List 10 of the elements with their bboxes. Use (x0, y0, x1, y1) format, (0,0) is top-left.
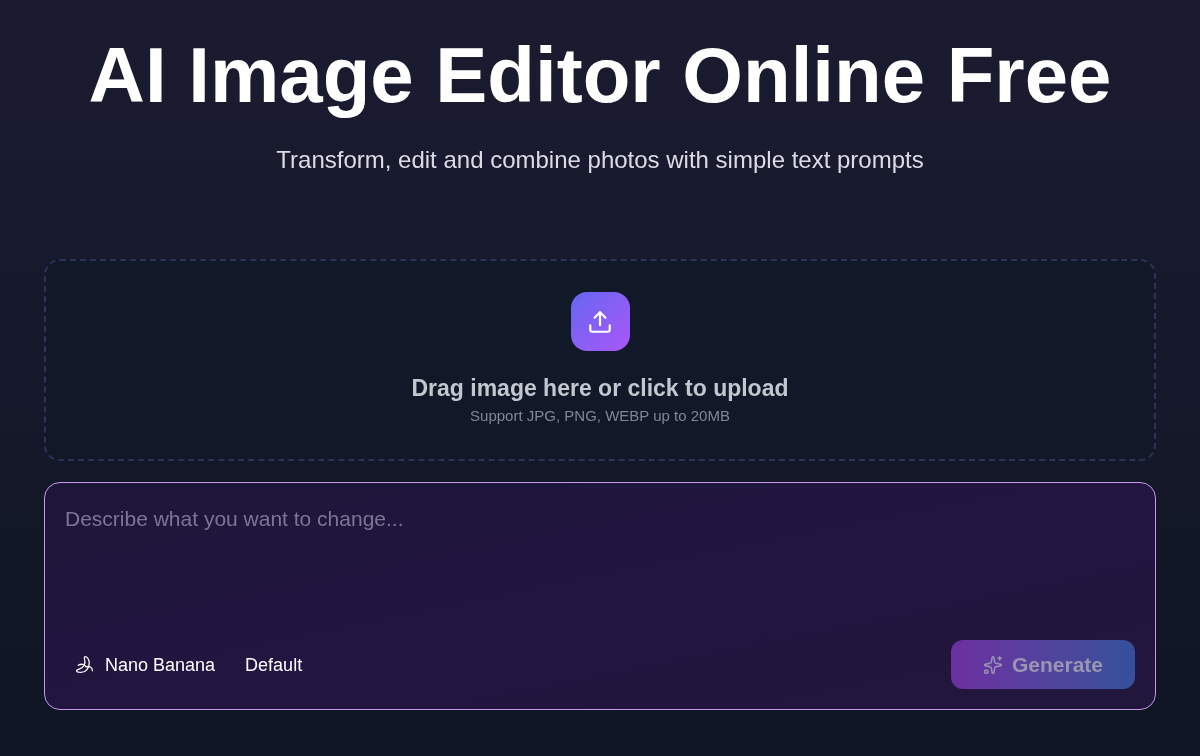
style-selector[interactable]: Default (245, 648, 303, 681)
model-selector[interactable]: Nano Banana (75, 648, 216, 681)
upload-hint: Support JPG, PNG, WEBP up to 20MB (470, 407, 730, 425)
page-subtitle: Transform, edit and combine photos with simple text prompts (276, 146, 924, 174)
prompt-field[interactable]: Describe what you want to change... (65, 503, 1135, 640)
upload-dropzone[interactable]: Drag image here or click to upload Support JPG, PNG, WEBP up to 20MB (44, 259, 1156, 461)
upload-label: Drag image here or click to upload (411, 374, 789, 402)
sparkle-icon (982, 654, 1003, 675)
upload-icon (570, 292, 630, 351)
banana-icon (75, 655, 94, 674)
